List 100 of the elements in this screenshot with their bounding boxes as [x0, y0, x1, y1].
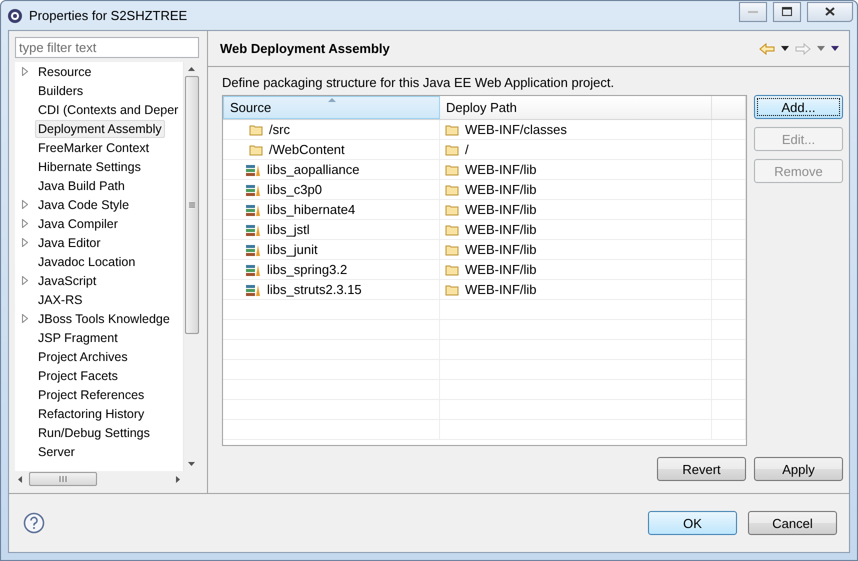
- apply-button[interactable]: Apply: [754, 457, 843, 481]
- tree-item[interactable]: JBoss Tools Knowledge: [35, 310, 173, 328]
- folder-icon: [249, 144, 263, 156]
- library-icon: [245, 282, 261, 296]
- add-button[interactable]: Add...: [754, 95, 843, 119]
- expand-arrow-icon[interactable]: [22, 219, 28, 228]
- deploy-path-text: WEB-INF/lib: [465, 242, 536, 257]
- deploy-path-text: WEB-INF/lib: [465, 282, 536, 297]
- expand-arrow-icon[interactable]: [22, 276, 28, 285]
- back-arrow-icon[interactable]: [759, 42, 775, 54]
- expand-arrow-icon[interactable]: [22, 200, 28, 209]
- expand-arrow-icon[interactable]: [22, 67, 28, 76]
- tree-item[interactable]: Resource: [35, 62, 94, 80]
- page-title: Web Deployment Assembly: [220, 41, 391, 56]
- folder-icon: [445, 184, 459, 196]
- expand-arrow-icon[interactable]: [22, 238, 28, 247]
- folder-icon: [445, 164, 459, 176]
- page-description: Define packaging structure for this Java EE Web Application project.: [222, 75, 616, 90]
- revert-button[interactable]: Revert: [657, 457, 746, 481]
- scroll-left-icon[interactable]: [17, 476, 23, 482]
- folder-icon: [249, 124, 263, 136]
- deploy-path-text: WEB-INF/lib: [465, 182, 536, 197]
- table-cell: [712, 380, 746, 400]
- deploy-path-text: WEB-INF/lib: [465, 202, 536, 217]
- tree-item[interactable]: FreeMarker Context: [35, 138, 152, 156]
- tree-item[interactable]: Run/Debug Settings: [35, 424, 153, 442]
- help-icon[interactable]: [23, 512, 45, 534]
- window-title: Properties for S2SHZTREE: [29, 8, 188, 23]
- tree-item[interactable]: Project Facets: [35, 366, 121, 384]
- grip-icon: [59, 476, 67, 482]
- filter-field[interactable]: type filter text: [15, 37, 199, 58]
- tree-item[interactable]: Java Build Path: [35, 176, 128, 194]
- deploy-path-text: WEB-INF/lib: [465, 262, 536, 277]
- folder-icon: [445, 144, 459, 156]
- tree-item[interactable]: Project References: [35, 386, 148, 404]
- ok-button[interactable]: OK: [648, 511, 737, 535]
- minimize-button[interactable]: [739, 2, 767, 22]
- deploy-path-text: WEB-INF/lib: [465, 162, 536, 177]
- source-text: libs_struts2.3.15: [267, 282, 362, 297]
- maximize-button[interactable]: [773, 2, 801, 22]
- table-cell: [712, 360, 746, 380]
- source-text: libs_hibernate4: [267, 202, 356, 217]
- tree-item[interactable]: Project Archives: [35, 348, 131, 366]
- tree-item[interactable]: Hibernate Settings: [35, 158, 144, 176]
- grip-icon: [188, 202, 194, 208]
- folder-icon: [445, 264, 459, 276]
- table-cell: [712, 340, 746, 360]
- library-icon: [245, 162, 261, 176]
- source-text: libs_aopalliance: [267, 162, 360, 177]
- minimize-icon: [748, 10, 758, 14]
- folder-icon: [445, 124, 459, 136]
- sort-arrow-icon: [328, 98, 336, 102]
- deploy-path-text: WEB-INF/classes: [465, 122, 567, 137]
- table-cell: [712, 420, 746, 440]
- table-cell: [712, 320, 746, 340]
- tree-item[interactable]: Server: [35, 442, 78, 460]
- app-icon: [7, 8, 23, 24]
- scroll-thumb[interactable]: [29, 472, 97, 486]
- view-menu-icon[interactable]: [831, 46, 839, 51]
- deploy-path-text: WEB-INF/lib: [465, 222, 536, 237]
- tree-item[interactable]: Builders: [35, 82, 86, 100]
- tree-item[interactable]: Refactoring History: [35, 404, 148, 422]
- table-cell: [712, 300, 746, 320]
- folder-icon: [445, 284, 459, 296]
- deploy-path-text: /: [465, 142, 469, 157]
- folder-icon: [445, 224, 459, 236]
- source-text: /src: [269, 122, 290, 137]
- tree-item[interactable]: JavaScript: [35, 272, 100, 290]
- source-text: libs_c3p0: [267, 182, 322, 197]
- close-icon: [825, 7, 835, 16]
- source-text: libs_junit: [267, 242, 318, 257]
- close-button[interactable]: [807, 2, 853, 22]
- table-cell: [712, 400, 746, 420]
- scroll-right-icon[interactable]: [175, 476, 181, 482]
- tree-item[interactable]: Deployment Assembly: [35, 120, 165, 138]
- tree-item[interactable]: JAX-RS: [35, 290, 86, 308]
- maximize-icon: [782, 7, 792, 16]
- library-icon: [245, 242, 261, 256]
- tree-item[interactable]: JSP Fragment: [35, 328, 121, 346]
- folder-icon: [445, 244, 459, 256]
- library-icon: [245, 262, 261, 276]
- expand-arrow-icon[interactable]: [22, 314, 28, 323]
- tree-item[interactable]: Java Editor: [35, 234, 104, 252]
- library-icon: [245, 222, 261, 236]
- library-icon: [245, 202, 261, 216]
- folder-icon: [445, 204, 459, 216]
- column-header[interactable]: Deploy Path: [440, 96, 712, 119]
- tree-item[interactable]: CDI (Contexts and Deper: [35, 100, 182, 118]
- library-icon: [245, 182, 261, 196]
- forward-arrow-icon[interactable]: [795, 42, 811, 54]
- tree-item[interactable]: Java Code Style: [35, 196, 132, 214]
- tree-item[interactable]: Javadoc Location: [35, 252, 138, 270]
- source-text: libs_jstl: [267, 222, 310, 237]
- source-text: libs_spring3.2: [267, 262, 348, 277]
- source-text: /WebContent: [269, 142, 345, 157]
- scroll-thumb[interactable]: [184, 76, 198, 334]
- dropdown-arrow-icon[interactable]: [781, 46, 789, 51]
- tree-item[interactable]: Java Compiler: [35, 214, 121, 232]
- column-header[interactable]: Source: [223, 96, 440, 119]
- cancel-button[interactable]: Cancel: [748, 511, 837, 535]
